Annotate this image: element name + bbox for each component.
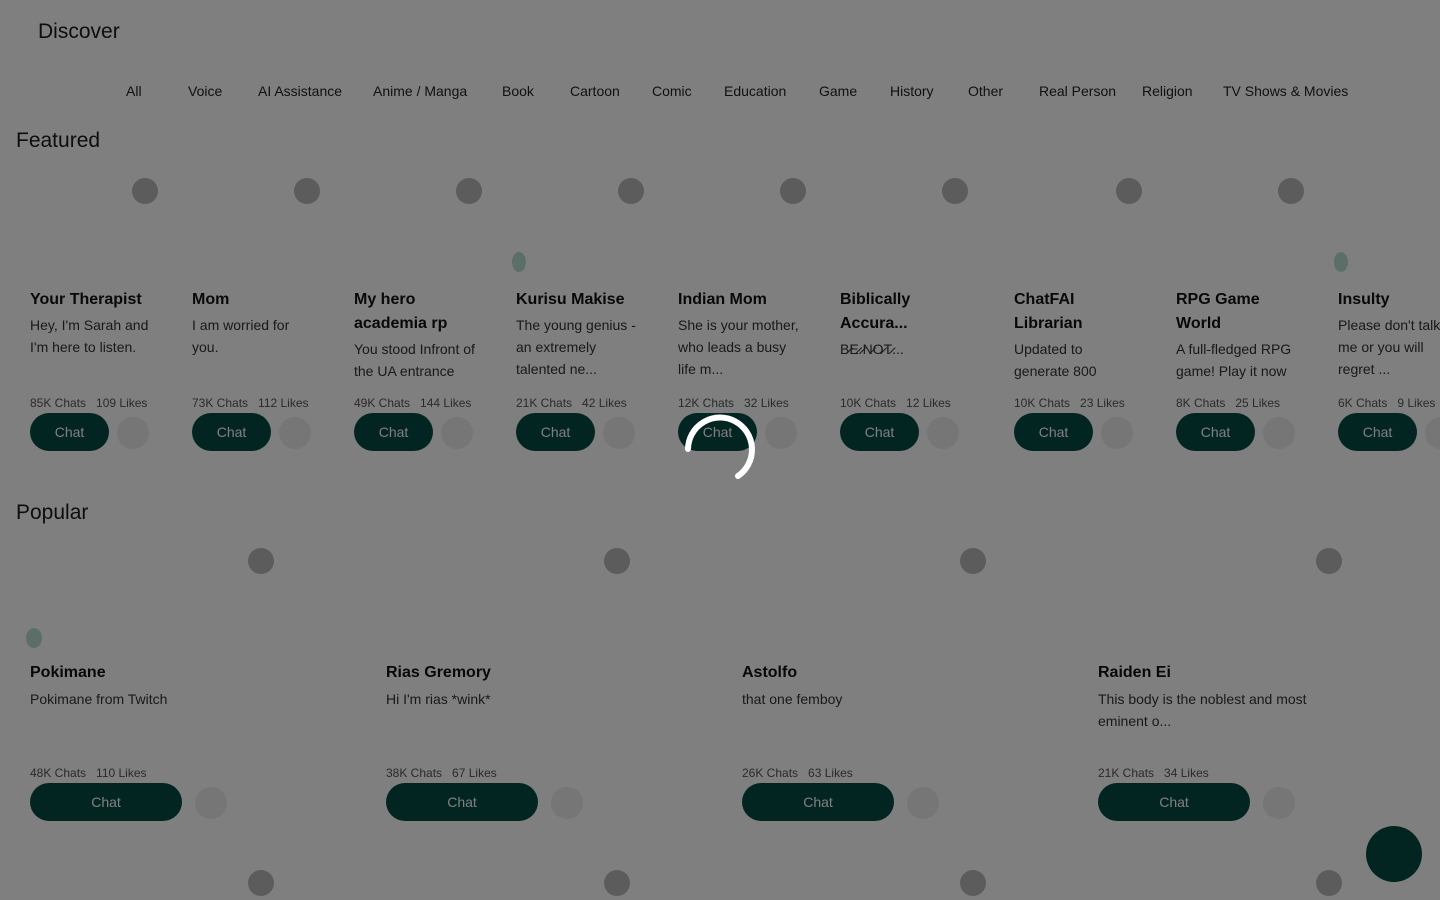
discover-page: Discover All Voice AI Assistance Anime /… — [0, 0, 1440, 900]
spinner-icon — [685, 414, 755, 479]
